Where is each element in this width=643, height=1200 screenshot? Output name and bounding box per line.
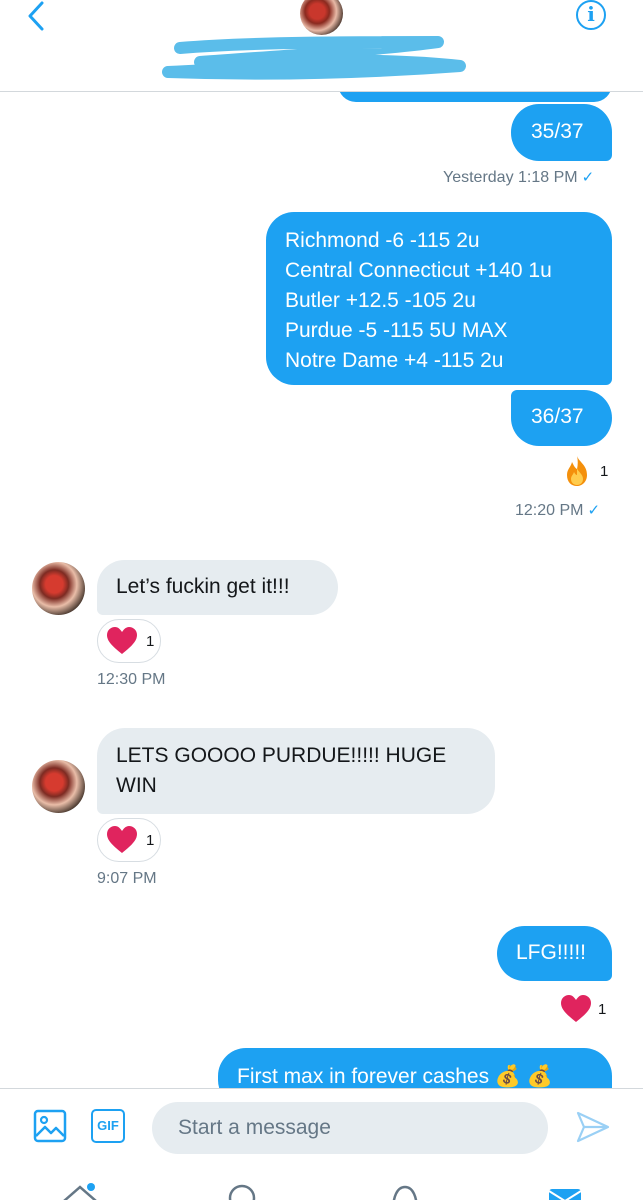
sender-avatar[interactable] bbox=[32, 562, 85, 615]
redacted-contact-name bbox=[162, 36, 466, 80]
message-timestamp: 12:20 PM ✓ bbox=[515, 502, 601, 519]
message-line: Butler +12.5 -105 2u bbox=[285, 289, 476, 312]
gif-button[interactable]: GIF bbox=[91, 1109, 125, 1143]
back-chevron-icon[interactable] bbox=[22, 0, 54, 34]
reaction-count: 1 bbox=[598, 1000, 607, 1018]
message-line: Purdue -5 -115 5U MAX bbox=[285, 319, 508, 342]
message-text: First max in forever cashes 💰 💰 bbox=[237, 1065, 554, 1088]
heart-icon bbox=[107, 826, 137, 853]
conversation-header: i bbox=[0, 0, 643, 92]
send-icon[interactable] bbox=[575, 1109, 611, 1145]
image-icon[interactable] bbox=[33, 1109, 67, 1143]
message-line: Richmond -6 -115 2u bbox=[285, 229, 480, 252]
bottom-tab-bar bbox=[0, 1168, 643, 1200]
messages-icon[interactable] bbox=[545, 1183, 585, 1200]
message-line: Notre Dame +4 -115 2u bbox=[285, 349, 504, 372]
reaction-count: 1 bbox=[146, 831, 155, 849]
message-line: Central Connecticut +140 1u bbox=[285, 259, 552, 282]
compose-bar: GIF bbox=[0, 1088, 643, 1169]
message-timestamp: 9:07 PM bbox=[97, 870, 157, 887]
incoming-message[interactable]: LETS GOOOO PURDUE!!!!! HUGE WIN bbox=[97, 728, 495, 814]
search-icon[interactable] bbox=[222, 1183, 262, 1200]
home-icon[interactable] bbox=[60, 1183, 100, 1200]
notifications-icon[interactable] bbox=[385, 1183, 425, 1200]
outgoing-message[interactable]: 35/37 bbox=[511, 104, 612, 161]
message-text: 36/37 bbox=[531, 405, 584, 428]
message-reaction[interactable]: 1 bbox=[97, 818, 161, 862]
sender-avatar[interactable] bbox=[32, 760, 85, 813]
message-reaction[interactable]: 1 bbox=[560, 454, 608, 488]
message-list: 35/37 Yesterday 1:18 PM ✓ Richmond -6 -11… bbox=[0, 92, 643, 1088]
message-text: LFG!!!!! bbox=[516, 941, 587, 964]
message-input[interactable] bbox=[152, 1102, 548, 1154]
heart-icon bbox=[561, 995, 591, 1022]
message-reaction[interactable]: 1 bbox=[560, 994, 606, 1024]
read-check-icon: ✓ bbox=[587, 502, 601, 519]
reaction-count: 1 bbox=[600, 462, 609, 480]
message-timestamp: 12:30 PM bbox=[97, 671, 166, 688]
outgoing-message[interactable]: First max in forever cashes 💰 💰 bbox=[218, 1048, 612, 1088]
outgoing-message[interactable]: LFG!!!!! bbox=[497, 926, 612, 981]
heart-icon bbox=[107, 627, 137, 654]
message-text: Let’s fuckin get it!!! bbox=[116, 575, 290, 598]
message-reaction[interactable]: 1 bbox=[97, 619, 161, 663]
clipped-message-bubble bbox=[338, 92, 612, 102]
incoming-message[interactable]: Let’s fuckin get it!!! bbox=[97, 560, 338, 615]
outgoing-message[interactable]: 36/37 bbox=[511, 390, 612, 446]
message-text: LETS GOOOO PURDUE!!!!! HUGE WIN bbox=[116, 744, 447, 797]
contact-avatar[interactable] bbox=[300, 0, 343, 35]
info-icon[interactable]: i bbox=[576, 0, 606, 30]
outgoing-message[interactable]: Richmond -6 -115 2u Central Connecticut … bbox=[266, 212, 612, 385]
read-check-icon: ✓ bbox=[581, 169, 595, 186]
reaction-count: 1 bbox=[146, 632, 155, 650]
message-timestamp: Yesterday 1:18 PM ✓ bbox=[443, 169, 595, 186]
message-text: 35/37 bbox=[531, 120, 584, 143]
fire-icon bbox=[567, 456, 587, 486]
